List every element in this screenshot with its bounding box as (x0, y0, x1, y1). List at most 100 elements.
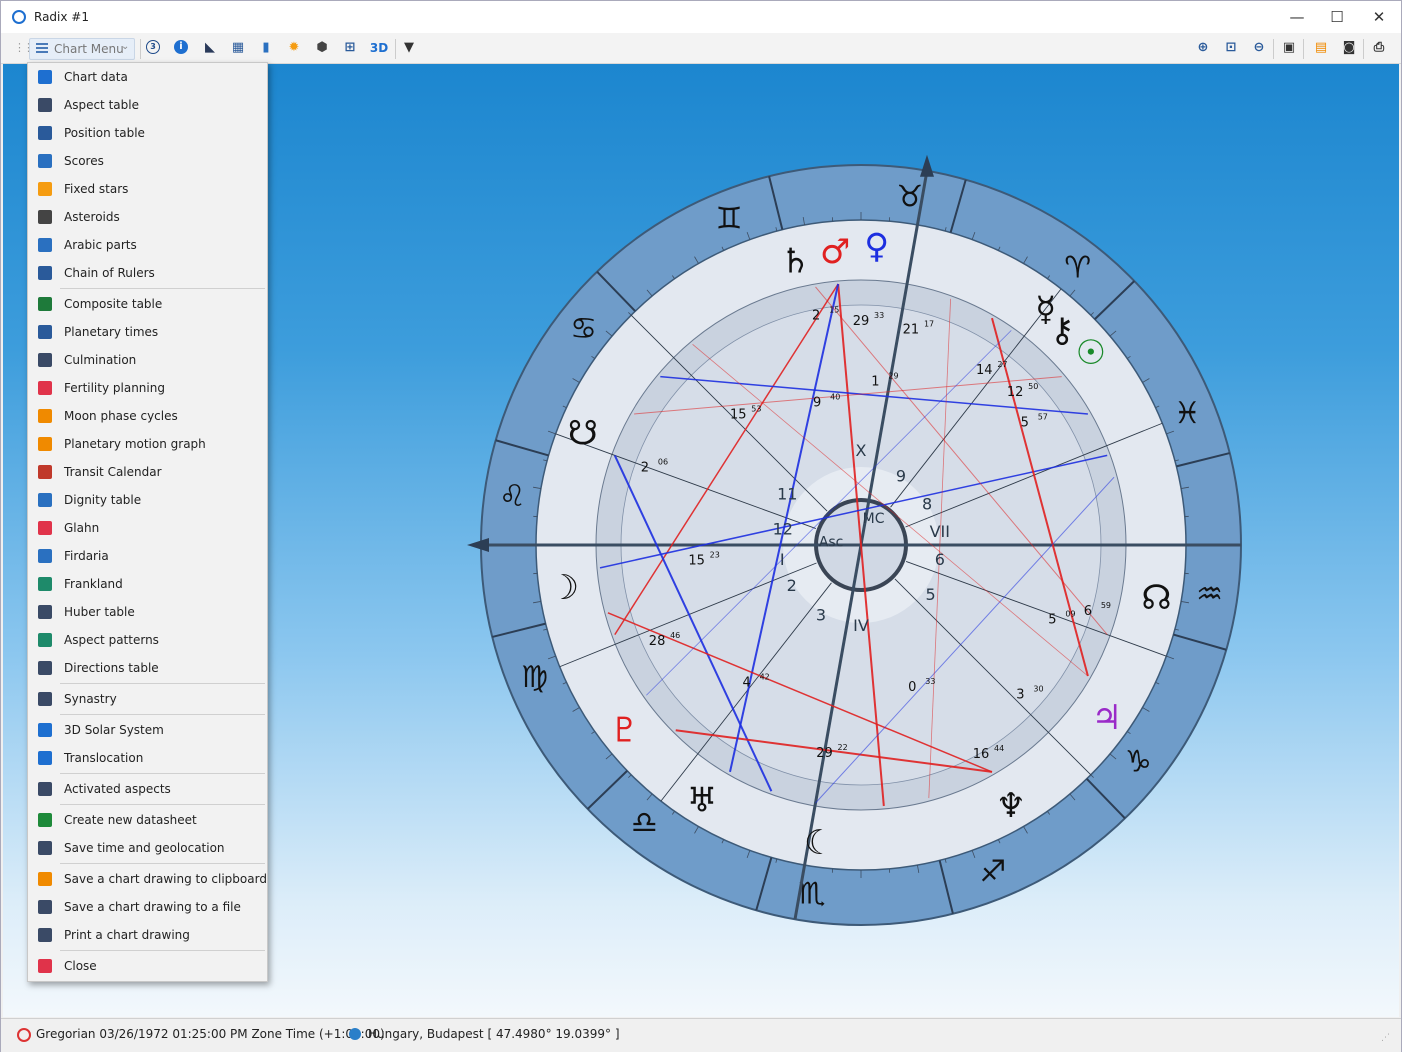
planet-glyph-7: ♃ (1092, 698, 1122, 738)
menu-item-label: Scores (64, 154, 104, 168)
menu-item-arabic-parts[interactable]: Arabic parts (28, 231, 267, 259)
menu-item-composite-table[interactable]: Composite table (28, 290, 267, 318)
clipboard-icon (38, 872, 52, 886)
planet-glyph-12: ☋ (568, 414, 598, 454)
window-title: Radix #1 (34, 10, 89, 24)
menu-item-label: Position table (64, 126, 145, 140)
culmination-icon (38, 353, 52, 367)
position-table-icon[interactable]: ▦ (230, 40, 246, 56)
house-number-5: 5 (926, 585, 936, 604)
degree-minutes: 33 (925, 677, 935, 686)
resize-grip-icon[interactable]: ⋰ (1381, 1033, 1390, 1043)
menu-separator (60, 804, 265, 805)
menu-item-aspect-table[interactable]: Aspect table (28, 91, 267, 119)
menu-item-transit-calendar[interactable]: Transit Calendar (28, 458, 267, 486)
menu-item-activated-aspects[interactable]: Activated aspects (28, 775, 267, 803)
zoom-fit-icon[interactable]: ⊡ (1223, 40, 1239, 56)
save-icon (38, 841, 52, 855)
menu-item-save-a-chart-drawing-to-a-file[interactable]: Save a chart drawing to a file (28, 893, 267, 921)
aspect-table-icon[interactable]: ◣ (202, 40, 218, 56)
app-icon (12, 10, 26, 24)
scores-icon[interactable]: ▮ (258, 40, 274, 56)
degree-label: 16 (973, 747, 990, 762)
menu-item-planetary-motion-graph[interactable]: Planetary motion graph (28, 430, 267, 458)
house-number-2: 8 (922, 495, 932, 514)
heart-icon (38, 381, 52, 395)
fixed-stars-icon[interactable]: ✹ (286, 40, 302, 56)
menu-item-create-new-datasheet[interactable]: Create new datasheet (28, 806, 267, 834)
chain-of-rulers-icon[interactable]: ⊞ (342, 40, 358, 56)
menu-item-dignity-table[interactable]: Dignity table (28, 486, 267, 514)
degree-minutes: 15 (829, 305, 839, 314)
clock-icon (17, 1028, 31, 1042)
status-bar: Gregorian 03/26/1972 01:25:00 PM Zone Ti… (1, 1018, 1401, 1052)
menu-item-label: Activated aspects (64, 782, 171, 796)
menu-item-culmination[interactable]: Culmination (28, 346, 267, 374)
degree-label: 15 (730, 407, 747, 422)
menu-item-firdaria[interactable]: Firdaria (28, 542, 267, 570)
3d-icon (38, 723, 52, 737)
zodiac-glyph-1: ♈ (1064, 251, 1091, 286)
house-number-10: 12 (773, 519, 793, 538)
zoom-in-icon[interactable]: ⊕ (1195, 40, 1211, 56)
composite-table-icon (38, 297, 52, 311)
clipboard-icon[interactable]: ▤ (1313, 40, 1329, 56)
aspect-patterns-icon (38, 633, 52, 647)
dignity-icon (38, 493, 52, 507)
planet-glyph-4: ⚷ (1050, 310, 1075, 350)
menu-item-planetary-times[interactable]: Planetary times (28, 318, 267, 346)
menu-item-3d-solar-system[interactable]: 3D Solar System (28, 716, 267, 744)
menu-item-chain-of-rulers[interactable]: Chain of Rulers (28, 259, 267, 287)
zodiac-glyph-8: ♍ (521, 660, 548, 695)
maximize-button[interactable]: ☐ (1314, 5, 1360, 29)
close-button[interactable]: ✕ (1356, 5, 1402, 29)
ascendant-arrow (467, 538, 489, 552)
menu-item-print-a-chart-drawing[interactable]: Print a chart drawing (28, 921, 267, 949)
house-number-0: X (856, 441, 867, 460)
3d-icon[interactable]: 3D (369, 40, 389, 56)
menu-item-asteroids[interactable]: Asteroids (28, 203, 267, 231)
menu-item-fixed-stars[interactable]: Fixed stars (28, 175, 267, 203)
menu-item-label: Moon phase cycles (64, 409, 178, 423)
house-number-6: IV (853, 616, 869, 635)
menu-item-synastry[interactable]: Synastry (28, 685, 267, 713)
menu-item-save-time-and-geolocation[interactable]: Save time and geolocation (28, 834, 267, 862)
camera-icon[interactable]: ◙ (1341, 40, 1357, 56)
zoom-out-icon[interactable]: ⊖ (1251, 40, 1267, 56)
house-number-4: 6 (935, 550, 945, 569)
3d-solar-icon[interactable]: 3 (146, 40, 160, 54)
menu-item-directions-table[interactable]: Directions table (28, 654, 267, 682)
degree-minutes: 33 (874, 311, 884, 320)
menu-item-huber-table[interactable]: Huber table (28, 598, 267, 626)
menu-item-moon-phase-cycles[interactable]: Moon phase cycles (28, 402, 267, 430)
chart-menu-button[interactable]: Chart Menu ⌄ (29, 38, 135, 60)
menu-item-glahn[interactable]: Glahn (28, 514, 267, 542)
calendar-icon (38, 465, 52, 479)
print-icon[interactable]: ⎙ (1371, 40, 1387, 56)
planetary-times-icon (38, 325, 52, 339)
menu-item-label: Fertility planning (64, 381, 165, 395)
chart-data-icon[interactable]: i (174, 40, 188, 54)
menu-item-aspect-patterns[interactable]: Aspect patterns (28, 626, 267, 654)
aspect-table-icon (38, 98, 52, 112)
menu-item-save-a-chart-drawing-to-clipboard[interactable]: Save a chart drawing to clipboard (28, 865, 267, 893)
menu-item-frankland[interactable]: Frankland (28, 570, 267, 598)
menu-item-label: Frankland (64, 577, 123, 591)
degree-minutes: 29 (888, 372, 898, 381)
huber-table-icon (38, 605, 52, 619)
menu-item-translocation[interactable]: Translocation (28, 744, 267, 772)
menu-item-scores[interactable]: Scores (28, 147, 267, 175)
menu-separator (60, 288, 265, 289)
degree-label: 5 (1048, 612, 1056, 627)
menu-item-chart-data[interactable]: Chart data (28, 63, 267, 91)
window-icon[interactable]: ▣ (1281, 40, 1297, 56)
menu-item-fertility-planning[interactable]: Fertility planning (28, 374, 267, 402)
asteroids-icon[interactable]: ⬢ (314, 40, 330, 56)
degree-label: 0 (908, 680, 916, 695)
activated-aspects-icon[interactable]: ▼ (401, 40, 417, 56)
synastry-icon (38, 692, 52, 706)
menu-item-position-table[interactable]: Position table (28, 119, 267, 147)
degree-minutes: 44 (994, 744, 1004, 753)
menu-item-close[interactable]: Close (28, 952, 267, 980)
menu-item-label: Dignity table (64, 493, 142, 507)
